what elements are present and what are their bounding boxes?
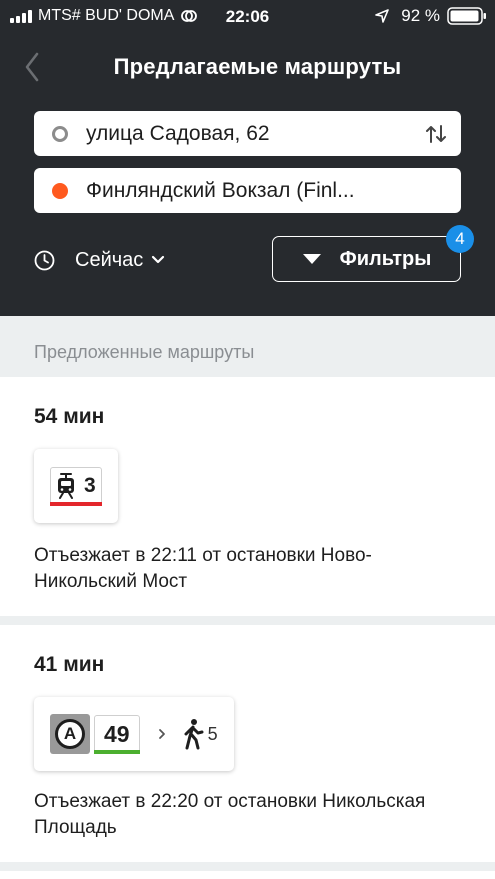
tram-line-number: 3 <box>84 474 96 497</box>
destination-field[interactable]: Финляндский Вокзал (Finl... <box>34 168 461 213</box>
chevron-down-icon <box>152 255 165 264</box>
bus-line-number: 49 <box>104 720 130 747</box>
departure-info: Отъезжает в 22:20 от остановки Никольска… <box>34 791 426 838</box>
origin-dot-icon <box>52 125 68 142</box>
battery-percent: 92 % <box>401 6 440 25</box>
route-card[interactable]: 54 мин 3 Отъезжает в 22:11 от остановки … <box>0 377 495 616</box>
back-chevron-icon[interactable] <box>20 50 44 84</box>
destination-text: Финляндский Вокзал (Finl... <box>86 178 355 202</box>
section-heading: Предложенные маршруты <box>34 342 255 362</box>
clock-icon <box>34 250 55 270</box>
route-card[interactable] <box>0 871 495 879</box>
page-title: Предлагаемые маршруты <box>113 54 402 79</box>
chevron-right-icon <box>158 729 165 739</box>
destination-dot-icon <box>52 182 68 199</box>
swap-arrows-icon[interactable] <box>425 123 447 145</box>
walk-icon <box>184 719 204 750</box>
origin-text: улица Садовая, 62 <box>86 121 270 145</box>
time-label: Сейчас <box>75 248 144 271</box>
filters-button[interactable]: Фильтры <box>272 236 461 282</box>
origin-field[interactable]: улица Садовая, 62 <box>34 111 461 156</box>
tram-line-tag: 3 <box>50 467 102 506</box>
filters-label: Фильтры <box>339 247 432 270</box>
route-legs: A 49 5 <box>34 697 234 771</box>
line-color-bar <box>50 502 102 506</box>
bus-icon: A <box>50 714 90 754</box>
location-arrow-icon <box>375 9 390 23</box>
status-bar: MTS# BUD' DOMA 22:06 92 % <box>0 0 495 34</box>
route-duration: 54 мин <box>34 405 105 428</box>
walk-minutes: 5 <box>207 723 218 744</box>
route-card[interactable]: 41 мин A 49 5 Отъезжает в 22:20 от остан… <box>0 625 495 862</box>
nav-bar: Предлагаемые маршруты <box>0 44 495 90</box>
header: MTS# BUD' DOMA 22:06 92 % Предлагаемые м… <box>0 0 495 316</box>
departure-info: Отъезжает в 22:11 от остановки Ново-Нико… <box>34 545 372 592</box>
bus-letter: A <box>55 719 85 749</box>
filter-icon <box>302 254 321 264</box>
status-right: 92 % <box>375 6 487 26</box>
filter-count-badge: 4 <box>446 225 474 253</box>
departure-time-selector[interactable]: Сейчас <box>34 244 165 276</box>
line-color-bar <box>94 750 140 754</box>
tram-icon <box>58 473 74 499</box>
battery-icon <box>447 7 486 25</box>
route-duration: 41 мин <box>34 653 105 676</box>
route-legs: 3 <box>34 449 118 523</box>
bus-line-tag: 49 <box>94 715 140 754</box>
